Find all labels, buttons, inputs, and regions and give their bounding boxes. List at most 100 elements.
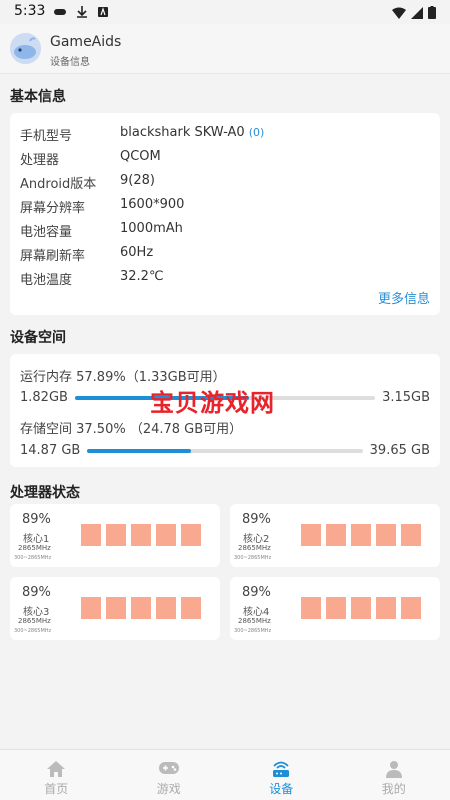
app-title: GameAids (50, 34, 122, 50)
basic-info-card: 手机型号 blackshark SKW-A0 (0) 处理器 QCOM Andro… (10, 113, 440, 315)
nav-label: 游戏 (156, 782, 181, 796)
gamepad-notification-icon (54, 8, 66, 15)
core-usage-block (376, 524, 396, 546)
info-label: 处理器 (20, 153, 60, 168)
home-icon (47, 761, 66, 777)
core-freq: 2865MHz (18, 544, 51, 552)
core-usage-blocks (301, 597, 421, 619)
info-label: 电池容量 (20, 225, 73, 240)
core-usage-block (131, 524, 151, 546)
core-usage-blocks (81, 524, 201, 546)
more-info-link[interactable]: 更多信息 (378, 288, 430, 307)
battery-icon (428, 6, 436, 19)
nav-label: 我的 (381, 782, 406, 796)
info-label: 屏幕刷新率 (20, 249, 86, 264)
nav-profile[interactable]: 我的 (338, 750, 450, 800)
core-usage-block (351, 524, 371, 546)
core-usage-block (106, 524, 126, 546)
model-extra[interactable]: (0) (249, 126, 265, 139)
core-percent: 89% (22, 512, 51, 527)
info-value: 1000mAh (120, 221, 183, 236)
nav-device[interactable]: 设备 (225, 750, 338, 800)
nav-label: 首页 (44, 782, 69, 796)
core-card-4: 89% 核心4 2865MHz 300~2865MHz (230, 577, 440, 640)
gamepad-icon (158, 762, 179, 774)
rom-total: 39.65 GB (369, 443, 430, 458)
core-usage-block (81, 524, 101, 546)
core-usage-block (351, 597, 371, 619)
core-usage-block (301, 597, 321, 619)
status-time: 5:33 (14, 3, 46, 19)
core-usage-block (401, 524, 421, 546)
core-freq: 2865MHz (238, 544, 271, 552)
info-value: blackshark SKW-A0 (0) (120, 125, 265, 140)
nav-games[interactable]: 游戏 (113, 750, 226, 800)
core-usage-block (106, 597, 126, 619)
wifi-icon (391, 7, 406, 19)
core-card-3: 89% 核心3 2865MHz 300~2865MHz (10, 577, 220, 640)
app-a-icon (97, 6, 108, 17)
core-card-1: 89% 核心1 2865MHz 300~2865MHz (10, 504, 220, 567)
info-value: 1600*900 (120, 197, 185, 212)
core-name: 核心2 (243, 534, 270, 545)
core-name: 核心4 (243, 607, 270, 618)
info-value: QCOM (120, 149, 161, 164)
core-percent: 89% (22, 585, 51, 600)
core-usage-block (326, 597, 346, 619)
cpu-title: 处理器状态 (10, 485, 80, 501)
bottom-nav: 首页 游戏 设备 我的 (0, 749, 450, 800)
core-card-2: 89% 核心2 2865MHz 300~2865MHz (230, 504, 440, 567)
rom-used: 14.87 GB (20, 443, 81, 458)
core-usage-block (301, 524, 321, 546)
signal-icon (410, 7, 423, 19)
device-icon (273, 761, 290, 777)
core-percent: 89% (242, 512, 271, 527)
info-value: 60Hz (120, 245, 154, 260)
core-usage-block (181, 524, 201, 546)
rom-title: 存储空间 37.50% （24.78 GB可用） (20, 422, 243, 437)
core-usage-block (181, 597, 201, 619)
storage-title: 设备空间 (10, 330, 66, 346)
nav-home[interactable]: 首页 (0, 750, 113, 800)
rom-progress-fill (87, 449, 191, 453)
core-usage-block (156, 524, 176, 546)
info-value: 9(28) (120, 173, 155, 188)
core-usage-block (376, 597, 396, 619)
core-range: 300~2865MHz (14, 555, 52, 561)
core-freq: 2865MHz (18, 617, 51, 625)
nav-label: 设备 (269, 782, 294, 796)
core-range: 300~2865MHz (234, 628, 272, 634)
core-usage-blocks (301, 524, 421, 546)
core-percent: 89% (242, 585, 271, 600)
basic-info-title: 基本信息 (10, 89, 66, 105)
core-freq: 2865MHz (238, 617, 271, 625)
core-usage-block (81, 597, 101, 619)
status-bar: 5:33 (0, 0, 450, 24)
info-label: Android版本 (20, 177, 97, 192)
core-name: 核心1 (23, 534, 50, 545)
ram-used: 1.82GB (20, 390, 68, 405)
download-icon (76, 5, 87, 18)
rom-progress-track (87, 449, 363, 453)
whale-logo-icon (10, 33, 41, 64)
core-usage-block (131, 597, 151, 619)
core-usage-blocks (81, 597, 201, 619)
info-label: 屏幕分辨率 (20, 201, 86, 216)
info-label: 手机型号 (20, 129, 73, 144)
watermark: 宝贝游戏网 (150, 389, 275, 417)
info-label: 电池温度 (20, 273, 73, 288)
core-name: 核心3 (23, 607, 50, 618)
core-range: 300~2865MHz (234, 555, 272, 561)
core-range: 300~2865MHz (14, 628, 52, 634)
ram-total: 3.15GB (382, 390, 430, 405)
system-icons (391, 4, 436, 23)
page-subtitle: 设备信息 (50, 57, 90, 68)
info-value: 32.2℃ (120, 269, 164, 284)
core-usage-block (401, 597, 421, 619)
app-avatar[interactable] (10, 33, 41, 64)
person-icon (385, 761, 402, 778)
core-usage-block (156, 597, 176, 619)
notification-icons (54, 4, 108, 18)
core-usage-block (326, 524, 346, 546)
app-header: GameAids 设备信息 (0, 24, 450, 74)
